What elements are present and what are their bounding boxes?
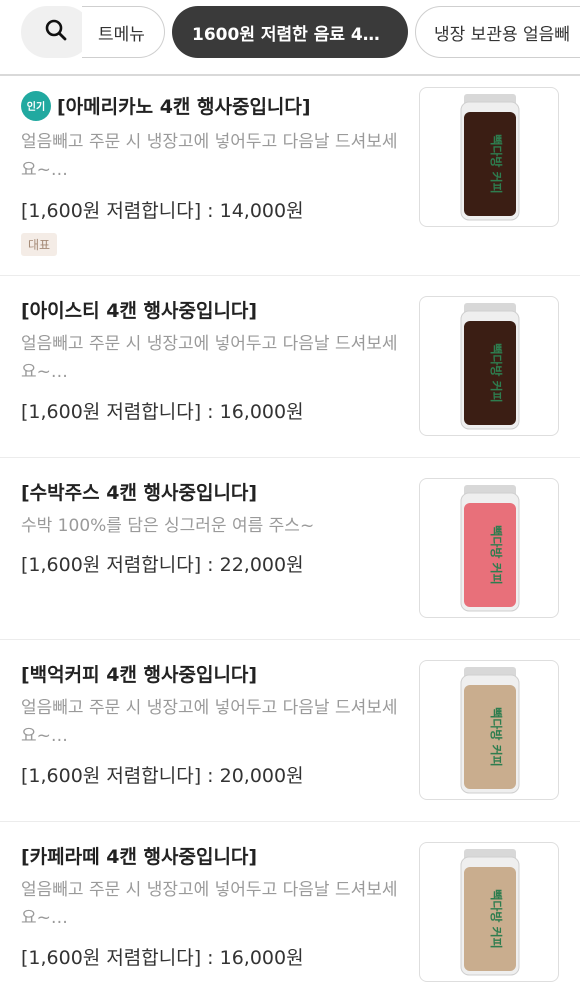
- menu-item-title: 인기 [아메리카노 4캔 행사중입니다]: [21, 90, 311, 123]
- chip-label: 트메뉴: [98, 24, 145, 45]
- menu-item-cafe-latte[interactable]: [카페라떼 4캔 행사중입니다] 얼음빼고 주문 시 냉장고에 넣어두고 다음날…: [0, 822, 580, 1002]
- menu-item-image: 빽다방 커피: [419, 842, 559, 982]
- chip-label: 1600원 저렴한 음료 4…: [192, 24, 380, 45]
- menu-item-americano[interactable]: 인기 [아메리카노 4캔 행사중입니다] 얼음빼고 주문 시 냉장고에 넣어두고 …: [0, 78, 580, 276]
- menu-item-price: [1,600원 저렴합니다] : 20,000원: [21, 765, 304, 787]
- menu-item-image: 빽다방 커피: [419, 478, 559, 618]
- menu-item-description: 수박 100%를 담은 싱그러운 여름 주스~: [21, 516, 315, 536]
- menu-item-image: 빽다방 커피: [419, 87, 559, 227]
- menu-item-description: 얼음빼고 주문 시 냉장고에 넣어두고 다음날 드셔보세요~…: [21, 334, 398, 382]
- menu-item-image: 빽다방 커피: [419, 660, 559, 800]
- can-drink-image: 빽다방 커피: [460, 303, 520, 430]
- menu-item-image: 빽다방 커피: [419, 296, 559, 436]
- can-drink-image: 빽다방 커피: [460, 667, 520, 794]
- menu-item-price: [1,600원 저렴합니다] : 16,000원: [21, 947, 304, 969]
- menu-item-description: 얼음빼고 주문 시 냉장고에 넣어두고 다음날 드셔보세요~…: [21, 698, 398, 746]
- can-drink-image: 빽다방 커피: [460, 94, 520, 221]
- svg-text:빽다방 커피: 빽다방 커피: [489, 525, 504, 584]
- menu-item-iced-tea[interactable]: [아이스티 4캔 행사중입니다] 얼음빼고 주문 시 냉장고에 넣어두고 다음날…: [0, 276, 580, 458]
- menu-item-price: [1,600원 저렴합니다] : 22,000원: [21, 554, 304, 576]
- menu-item-title: [카페라떼 4캔 행사중입니다]: [21, 846, 258, 868]
- can-drink-image: 빽다방 커피: [460, 485, 520, 612]
- svg-text:빽다방 커피: 빽다방 커피: [489, 889, 504, 948]
- menu-item-title: [수박주스 4캔 행사중입니다]: [21, 482, 258, 504]
- chip-label: 냉장 보관용 얼음빼: [434, 24, 570, 45]
- svg-text:빽다방 커피: 빽다방 커피: [489, 707, 504, 766]
- representative-badge: 대표: [21, 233, 58, 256]
- menu-item-price: [1,600원 저렴합니다] : 16,000원: [21, 401, 304, 423]
- search-button[interactable]: [21, 6, 91, 58]
- menu-item-description: 얼음빼고 주문 시 냉장고에 넣어두고 다음날 드셔보세요~…: [21, 132, 398, 180]
- menu-item-description: 얼음빼고 주문 시 냉장고에 넣어두고 다음날 드셔보세요~…: [21, 880, 398, 928]
- menu-item-title: [아이스티 4캔 행사중입니다]: [21, 300, 258, 322]
- menu-list: 인기 [아메리카노 4캔 행사중입니다] 얼음빼고 주문 시 냉장고에 넣어두고 …: [0, 78, 580, 1002]
- category-chip-fridge-storage[interactable]: 냉장 보관용 얼음빼: [415, 6, 580, 58]
- menu-item-title: [백억커피 4캔 행사중입니다]: [21, 664, 258, 686]
- category-filter-bar: 트메뉴 1600원 저렴한 음료 4… 냉장 보관용 얼음빼: [0, 0, 580, 76]
- menu-item-price: [1,600원 저렴합니다] : 14,000원: [21, 200, 304, 222]
- search-icon: [45, 19, 67, 45]
- category-chip-set-menu[interactable]: 트메뉴: [82, 6, 165, 58]
- popular-badge: 인기: [21, 90, 51, 121]
- menu-item-watermelon-juice[interactable]: [수박주스 4캔 행사중입니다] 수박 100%를 담은 싱그러운 여름 주스~…: [0, 458, 580, 640]
- menu-item-baekeok-coffee[interactable]: [백억커피 4캔 행사중입니다] 얼음빼고 주문 시 냉장고에 넣어두고 다음날…: [0, 640, 580, 822]
- svg-text:빽다방 커피: 빽다방 커피: [489, 134, 504, 193]
- can-drink-image: 빽다방 커피: [460, 849, 520, 976]
- svg-text:빽다방 커피: 빽다방 커피: [489, 343, 504, 402]
- category-chip-discount-drinks[interactable]: 1600원 저렴한 음료 4…: [172, 6, 408, 58]
